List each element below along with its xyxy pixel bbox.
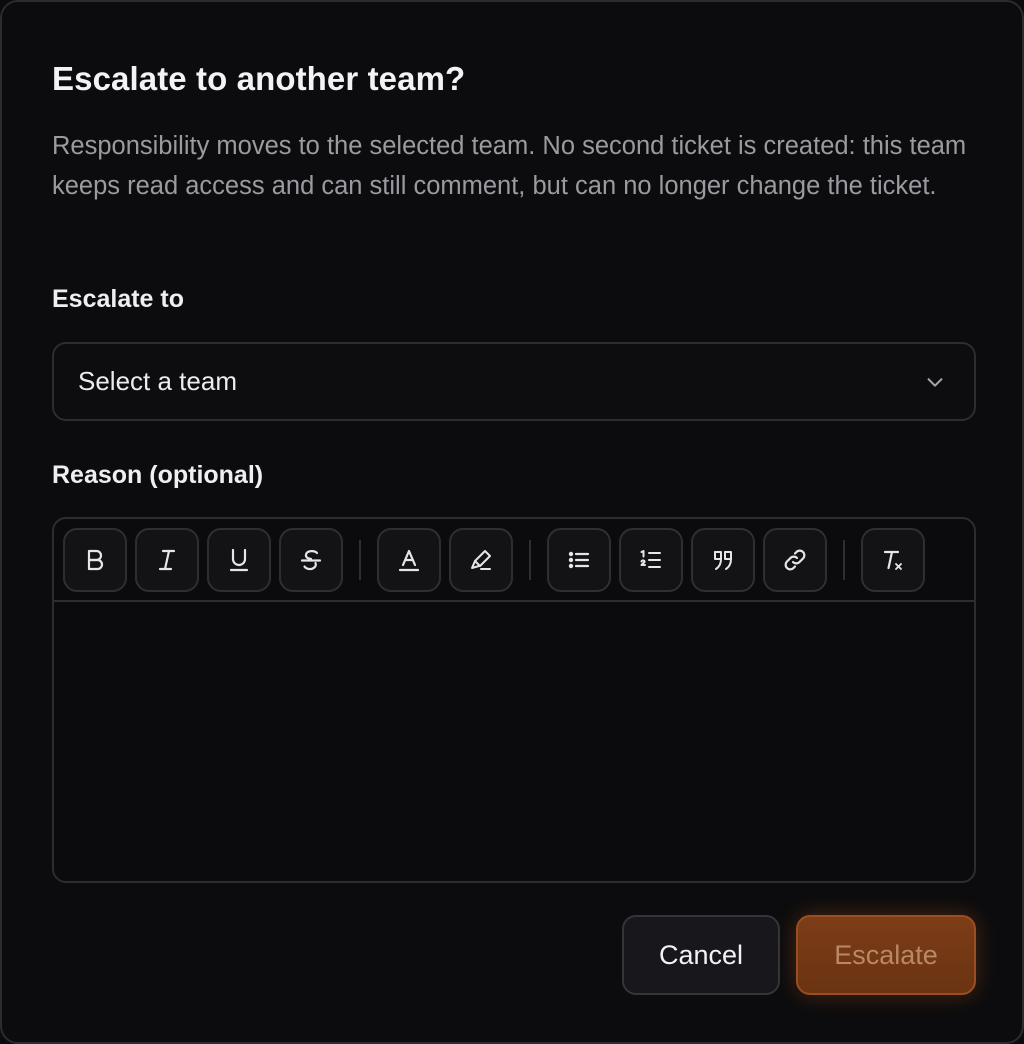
toolbar-divider: [359, 540, 361, 580]
team-select-value: Select a team: [78, 366, 237, 396]
bold-button[interactable]: [63, 528, 127, 592]
highlight-button[interactable]: [449, 528, 513, 592]
dialog-title: Escalate to another team?: [52, 60, 466, 97]
bold-icon: [87, 549, 104, 571]
link-button[interactable]: [763, 528, 827, 592]
strikethrough-button[interactable]: [279, 528, 343, 592]
team-select[interactable]: Select a team: [52, 342, 976, 421]
text-color-icon: [398, 549, 420, 572]
reason-editor: [52, 517, 976, 883]
escalate-button[interactable]: Escalate: [796, 915, 976, 995]
editor-toolbar: [54, 519, 974, 602]
numbered-list-button[interactable]: [619, 528, 683, 592]
escalate-dialog: Escalate to another team? Responsibility…: [0, 0, 1024, 1044]
underline-button[interactable]: [207, 528, 271, 592]
link-icon: [784, 549, 806, 571]
clear-formatting-icon: [883, 550, 902, 570]
quote-button[interactable]: [691, 528, 755, 592]
strikethrough-icon: [300, 550, 322, 571]
bullet-list-button[interactable]: [547, 528, 611, 592]
text-color-button[interactable]: [377, 528, 441, 592]
underline-icon: [229, 548, 249, 572]
escalate-to-label: Escalate to: [52, 285, 185, 313]
reason-label: Reason (optional): [52, 461, 264, 489]
quote-icon: [714, 551, 732, 570]
numbered-list-icon: [640, 550, 661, 568]
toolbar-divider: [843, 540, 845, 580]
dialog-description: Responsibility moves to the selected tea…: [52, 132, 967, 200]
italic-button[interactable]: [135, 528, 199, 592]
chevron-down-icon: [927, 378, 943, 387]
highlighter-icon: [471, 550, 491, 570]
reason-text-area[interactable]: [54, 604, 974, 881]
bullet-list-icon: [568, 551, 590, 569]
clear-formatting-button[interactable]: [861, 528, 925, 592]
cancel-button[interactable]: Cancel: [622, 915, 780, 995]
italic-icon: [158, 549, 176, 571]
toolbar-divider: [529, 540, 531, 580]
